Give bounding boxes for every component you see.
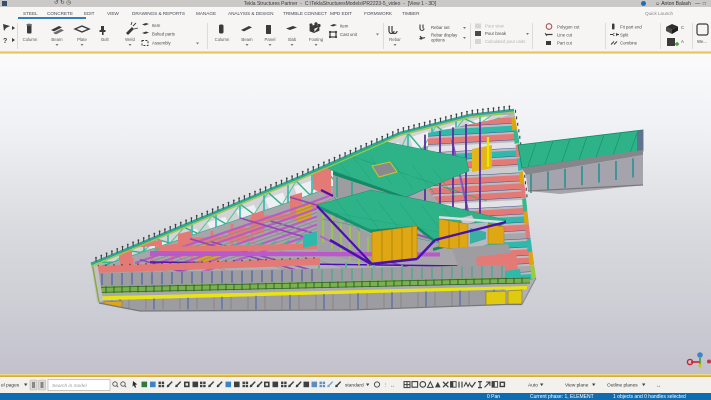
svg-text:?: ?	[3, 38, 7, 45]
svg-text:Panel: Panel	[265, 37, 276, 42]
svg-text:Calculated pour units: Calculated pour units	[485, 39, 525, 44]
svg-text:Cast unit: Cast unit	[340, 32, 358, 37]
svg-text:Item: Item	[340, 24, 349, 29]
svg-text:Rebar: Rebar	[389, 37, 401, 42]
svg-text:Bolted parts: Bolted parts	[152, 32, 175, 37]
svg-text:↔: ↔	[390, 383, 395, 389]
svg-text:We...: We...	[697, 39, 707, 44]
svg-text:⋮: ⋮	[383, 383, 389, 389]
svg-text:Pour view: Pour view	[485, 24, 505, 29]
svg-text:Line cut: Line cut	[557, 33, 573, 38]
svg-text:A: A	[681, 39, 684, 44]
svg-text:Weld: Weld	[125, 37, 135, 42]
svg-text:Assembly: Assembly	[152, 41, 171, 46]
svg-text:options: options	[431, 38, 445, 43]
svg-text:Bolt: Bolt	[101, 37, 109, 42]
svg-text:Item: Item	[152, 23, 161, 28]
svg-text:Slab: Slab	[288, 37, 297, 42]
svg-text:Column: Column	[215, 37, 230, 42]
svg-text:Polygon cut: Polygon cut	[557, 25, 580, 30]
svg-text:Plate: Plate	[77, 37, 87, 42]
svg-text:Split: Split	[620, 33, 629, 38]
svg-text:Auto: Auto	[528, 383, 538, 389]
svg-text:↔: ↔	[656, 383, 662, 389]
svg-text:Combine: Combine	[620, 41, 638, 46]
svg-text:Beam: Beam	[51, 37, 63, 42]
svg-text:Outline planes: Outline planes	[607, 383, 638, 389]
svg-text:Beam: Beam	[241, 37, 253, 42]
svg-text:Pour break: Pour break	[485, 31, 507, 36]
svg-text:Part cut: Part cut	[557, 41, 573, 46]
svg-text:View plane: View plane	[565, 383, 589, 389]
svg-text:C: C	[681, 25, 684, 30]
svg-text:Fit part end: Fit part end	[620, 25, 642, 30]
svg-text:Footing: Footing	[309, 37, 324, 42]
svg-text:Column: Column	[23, 37, 38, 42]
svg-text:el pages: el pages	[1, 383, 20, 389]
svg-text:Search in model: Search in model	[52, 383, 88, 389]
svg-text:standard: standard	[345, 383, 364, 389]
svg-text:Rebar set: Rebar set	[431, 25, 450, 30]
